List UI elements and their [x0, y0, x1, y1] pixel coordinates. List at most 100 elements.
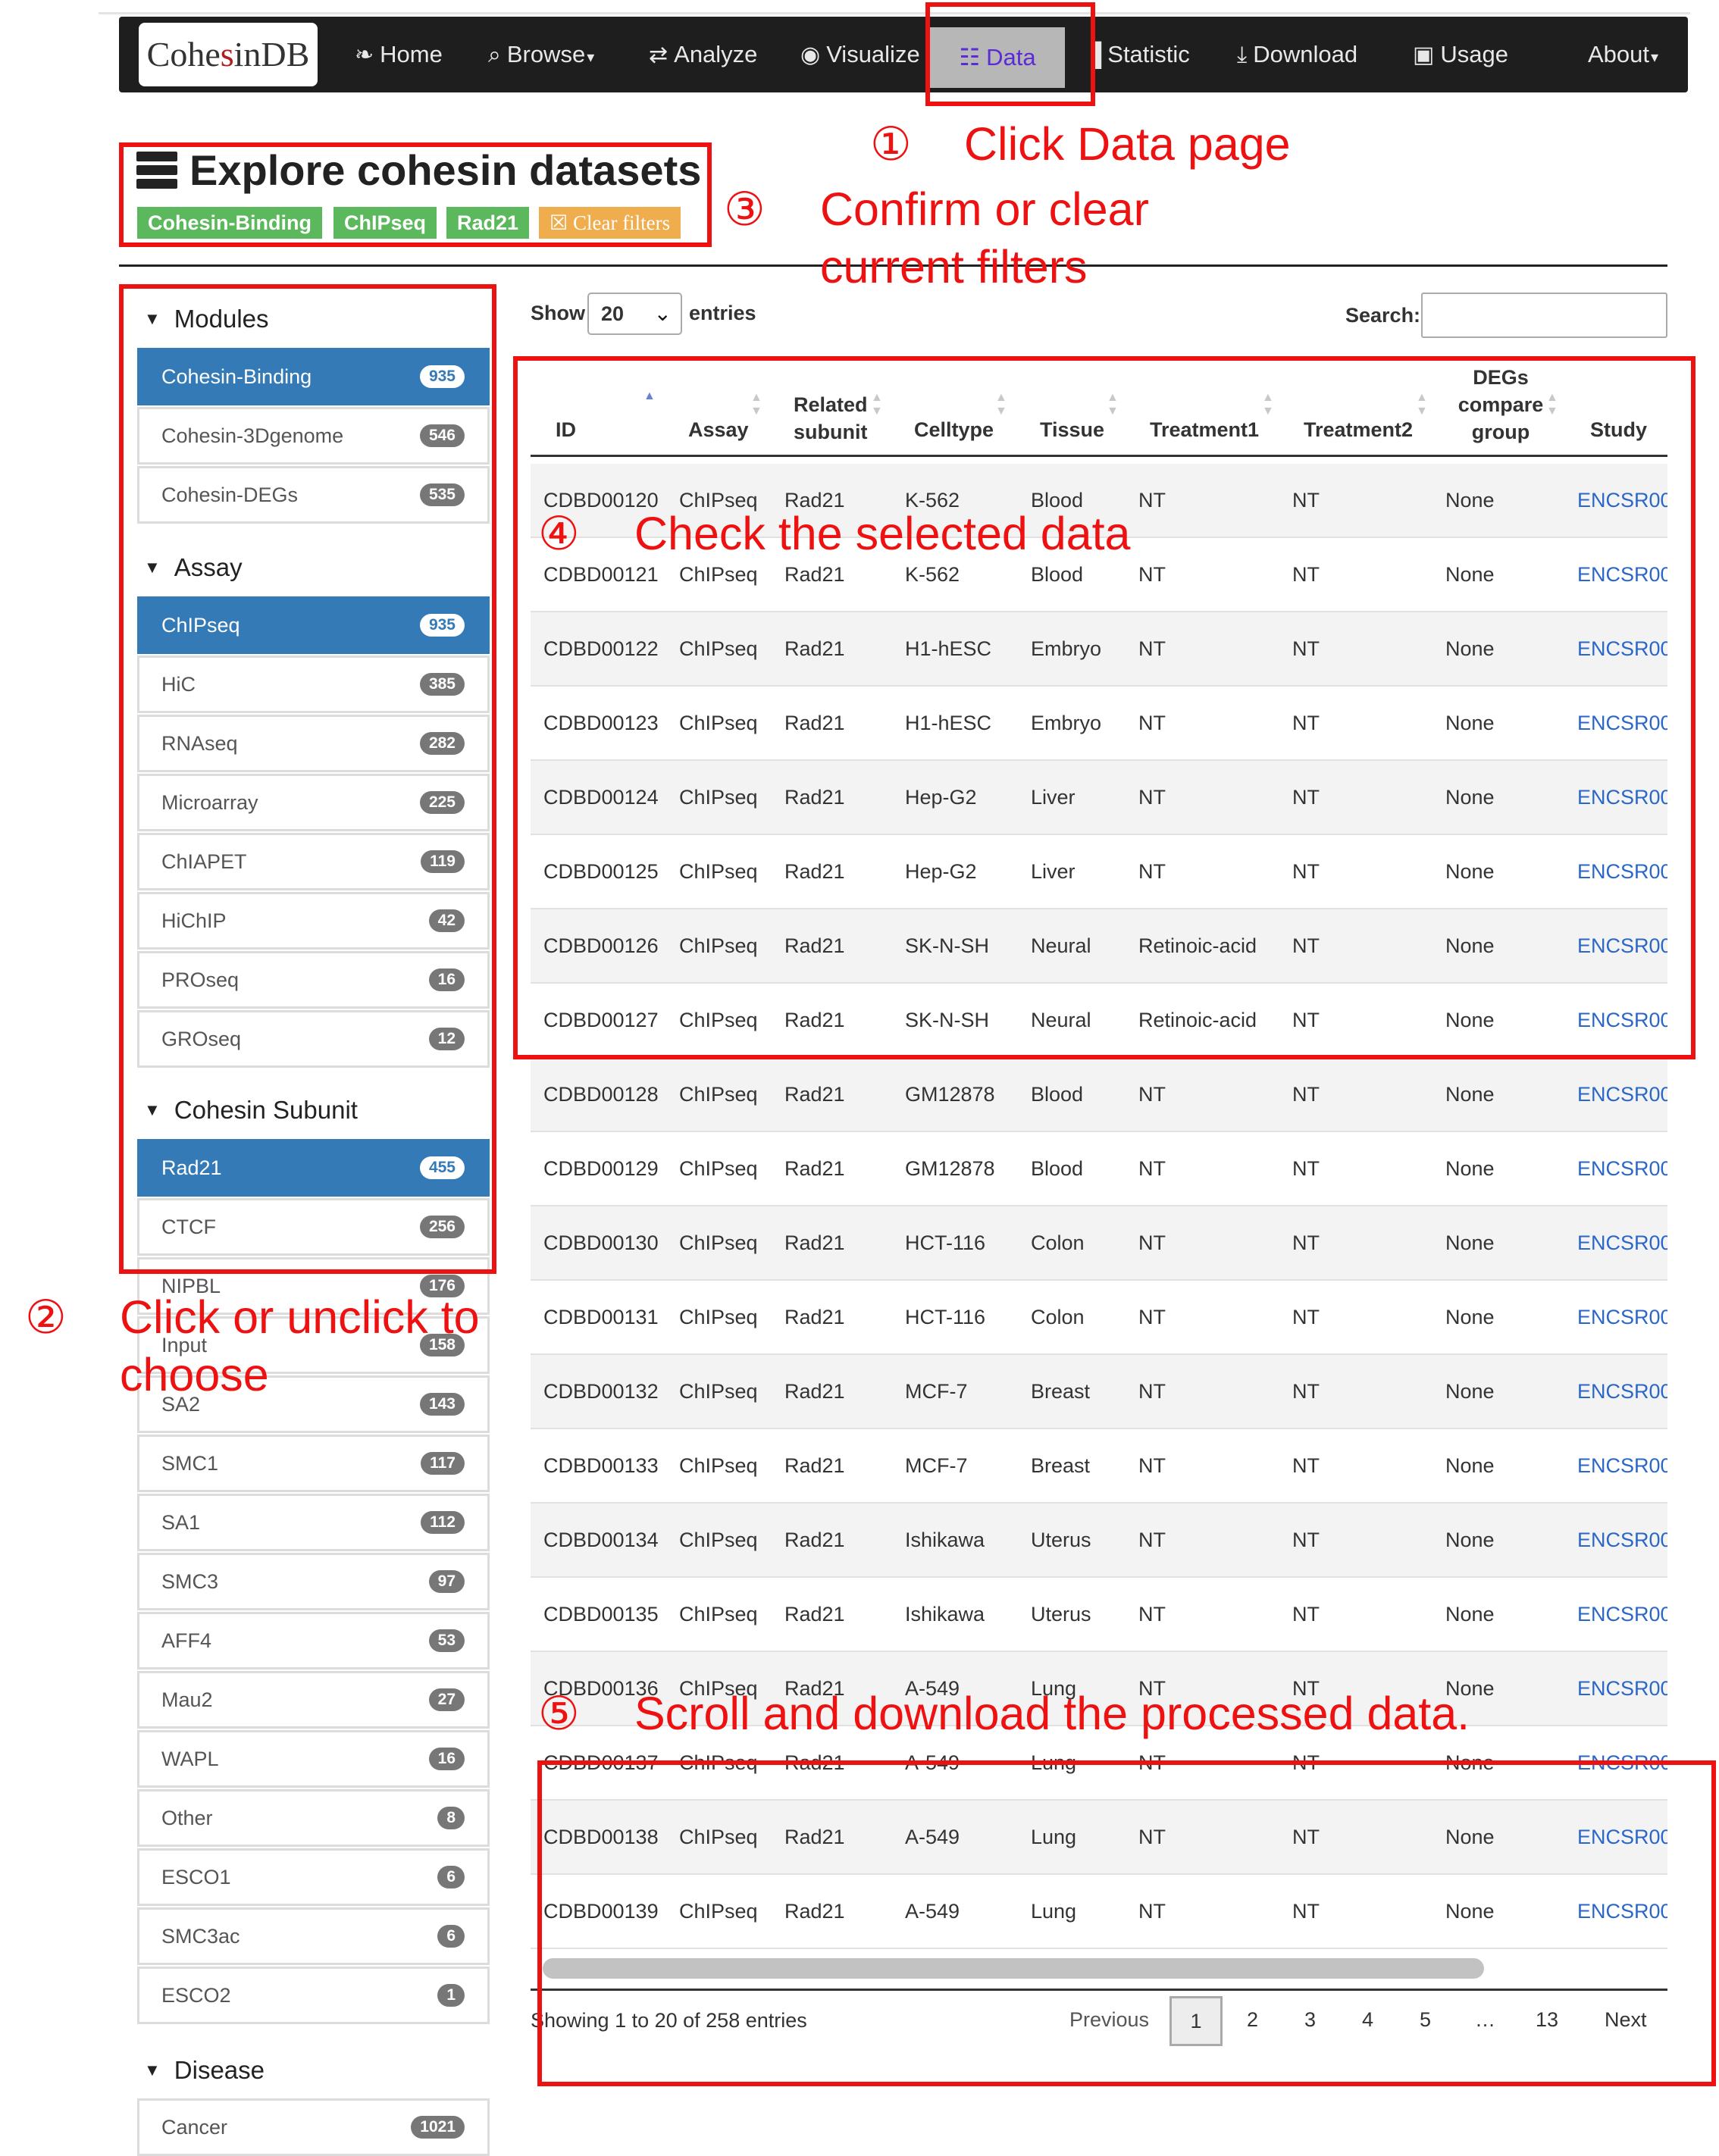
count-badge: 97	[428, 1570, 465, 1593]
count-badge: 6	[437, 1866, 465, 1888]
annotation-number-1: ①	[870, 118, 912, 170]
annotation-text-2-line1: Click or unclick to	[120, 1291, 480, 1343]
cell-assay: ChIPseq	[679, 1157, 758, 1180]
cell-celltype: Ishikawa	[905, 1603, 985, 1626]
cell-treatment2: NT	[1292, 1603, 1320, 1626]
table-row[interactable]: CDBD00133 ChIPseq Rad21 MCF-7 Breast NT NT None…	[531, 1429, 1667, 1504]
study-link[interactable]: ENCSR000	[1577, 1578, 1667, 1651]
cell-treatment1: NT	[1138, 1603, 1166, 1626]
cell-celltype: GM12878	[905, 1083, 995, 1106]
briefcase-icon: ▣	[1413, 42, 1435, 67]
annotation-box-3	[119, 142, 712, 247]
nav-usage[interactable]: ▣ Usage	[1413, 17, 1508, 92]
annotation-box-1	[925, 2, 1095, 106]
nav-visualize[interactable]: ◉ Visualize	[800, 17, 920, 92]
logo-text: CohesinDB	[146, 35, 310, 74]
chevron-down-icon: ▾	[1651, 49, 1659, 66]
cell-degs-group: None	[1445, 1454, 1495, 1477]
nav-home[interactable]: ❧ Home	[355, 17, 443, 92]
sidebar-item-smc3[interactable]: SMC3 97	[137, 1553, 490, 1610]
study-link[interactable]: ENCSR000	[1577, 1429, 1667, 1502]
annotation-box-4	[513, 356, 1696, 1059]
table-row[interactable]: CDBD00128 ChIPseq Rad21 GM12878 Blood NT NT Non…	[531, 1058, 1667, 1132]
cell-subunit: Rad21	[784, 1083, 845, 1106]
chevron-down-icon: ▾	[587, 49, 595, 66]
sidebar-item-smc3ac[interactable]: SMC3ac 6	[137, 1907, 490, 1965]
table-row[interactable]: CDBD00129 ChIPseq Rad21 GM12878 Blood NT NT Non…	[531, 1132, 1667, 1206]
study-link[interactable]: ENCSR000	[1577, 1504, 1667, 1576]
download-icon: ⤓	[1237, 42, 1248, 67]
cell-degs-group: None	[1445, 1603, 1495, 1626]
cell-id: CDBD00133	[543, 1454, 659, 1477]
table-row[interactable]: CDBD00132 ChIPseq Rad21 MCF-7 Breast NT NT None…	[531, 1355, 1667, 1429]
disease-section-title[interactable]: ▼ Disease	[144, 2056, 265, 2085]
study-link[interactable]: ENCSR000	[1577, 1281, 1667, 1353]
cell-treatment1: NT	[1138, 1083, 1166, 1106]
search-input[interactable]	[1421, 293, 1667, 338]
cell-treatment1: NT	[1138, 1529, 1166, 1551]
nav-analyze[interactable]: ⇄ Analyze	[649, 17, 757, 92]
count-badge: 16	[428, 1748, 465, 1770]
cell-tissue: Uterus	[1031, 1603, 1091, 1626]
cell-treatment1: NT	[1138, 1380, 1166, 1403]
cell-treatment2: NT	[1292, 1157, 1320, 1180]
cell-subunit: Rad21	[784, 1380, 845, 1403]
sidebar-item-sa1[interactable]: SA1 112	[137, 1494, 490, 1551]
cell-celltype: GM12878	[905, 1157, 995, 1180]
study-link[interactable]: ENCSR000	[1577, 1206, 1667, 1279]
annotation-number-3: ③	[724, 183, 766, 235]
sidebar-item-smc1[interactable]: SMC1 117	[137, 1435, 490, 1492]
annotation-box-5	[537, 1760, 1716, 2086]
page-size-select[interactable]: 20 ⌄	[587, 293, 682, 335]
nav-statistic[interactable]: ▐ Statistic	[1085, 17, 1190, 92]
table-row[interactable]: CDBD00134 ChIPseq Rad21 Ishikawa Uterus NT NT N…	[531, 1504, 1667, 1578]
sidebar-item-other[interactable]: Other 8	[137, 1789, 490, 1847]
nav-browse[interactable]: ⌕ Browse ▾	[488, 17, 594, 92]
cell-assay: ChIPseq	[679, 1231, 758, 1254]
cell-id: CDBD00131	[543, 1306, 659, 1328]
table-row[interactable]: CDBD00131 ChIPseq Rad21 HCT-116 Colon NT NT Non…	[531, 1281, 1667, 1355]
cell-subunit: Rad21	[784, 1454, 845, 1477]
nav-download[interactable]: ⤓ Download	[1237, 17, 1357, 92]
cell-degs-group: None	[1445, 1083, 1495, 1106]
table-row[interactable]: CDBD00135 ChIPseq Rad21 Ishikawa Uterus NT NT N…	[531, 1578, 1667, 1652]
count-badge: 1021	[411, 2116, 465, 2139]
count-badge: 8	[437, 1807, 465, 1829]
sidebar-item-mau2[interactable]: Mau2 27	[137, 1671, 490, 1729]
study-link[interactable]: ENCSR000	[1577, 1355, 1667, 1428]
cell-assay: ChIPseq	[679, 1380, 758, 1403]
cell-treatment2: NT	[1292, 1454, 1320, 1477]
cell-degs-group: None	[1445, 1529, 1495, 1551]
nav-about[interactable]: About ▾	[1588, 17, 1658, 92]
sidebar-item-aff4[interactable]: AFF4 53	[137, 1612, 490, 1669]
sidebar-item-esco1[interactable]: ESCO1 6	[137, 1848, 490, 1906]
cell-subunit: Rad21	[784, 1603, 845, 1626]
cell-treatment1: NT	[1138, 1157, 1166, 1180]
sidebar-item-cancer[interactable]: Cancer 1021	[137, 2098, 490, 2156]
logo[interactable]: CohesinDB	[139, 23, 318, 86]
sidebar-item-wapl[interactable]: WAPL 16	[137, 1730, 490, 1788]
cell-tissue: Colon	[1031, 1231, 1085, 1254]
study-link[interactable]: ENCSR000	[1577, 1058, 1667, 1131]
cell-assay: ChIPseq	[679, 1454, 758, 1477]
cell-degs-group: None	[1445, 1231, 1495, 1254]
cell-celltype: MCF-7	[905, 1380, 968, 1403]
annotation-box-2	[119, 284, 496, 1274]
show-label: Show	[531, 302, 585, 324]
cell-treatment2: NT	[1292, 1231, 1320, 1254]
table-row[interactable]: CDBD00130 ChIPseq Rad21 HCT-116 Colon NT NT Non…	[531, 1206, 1667, 1281]
annotation-number-5: ⑤	[538, 1688, 580, 1739]
cell-tissue: Blood	[1031, 1083, 1084, 1106]
study-link[interactable]: ENCSR000	[1577, 1132, 1667, 1205]
entries-label: entries	[689, 302, 756, 324]
study-link[interactable]: ENCSR000	[1577, 1652, 1667, 1725]
shuffle-icon: ⇄	[649, 42, 668, 67]
sidebar-item-esco2[interactable]: ESCO2 1	[137, 1967, 490, 2024]
cell-assay: ChIPseq	[679, 1529, 758, 1551]
cell-degs-group: None	[1445, 1380, 1495, 1403]
cell-celltype: MCF-7	[905, 1454, 968, 1477]
search-icon: ⌕	[488, 42, 501, 67]
chevron-down-icon: ⌄	[653, 302, 672, 325]
count-badge: 27	[428, 1688, 465, 1711]
cell-tissue: Blood	[1031, 1157, 1084, 1180]
